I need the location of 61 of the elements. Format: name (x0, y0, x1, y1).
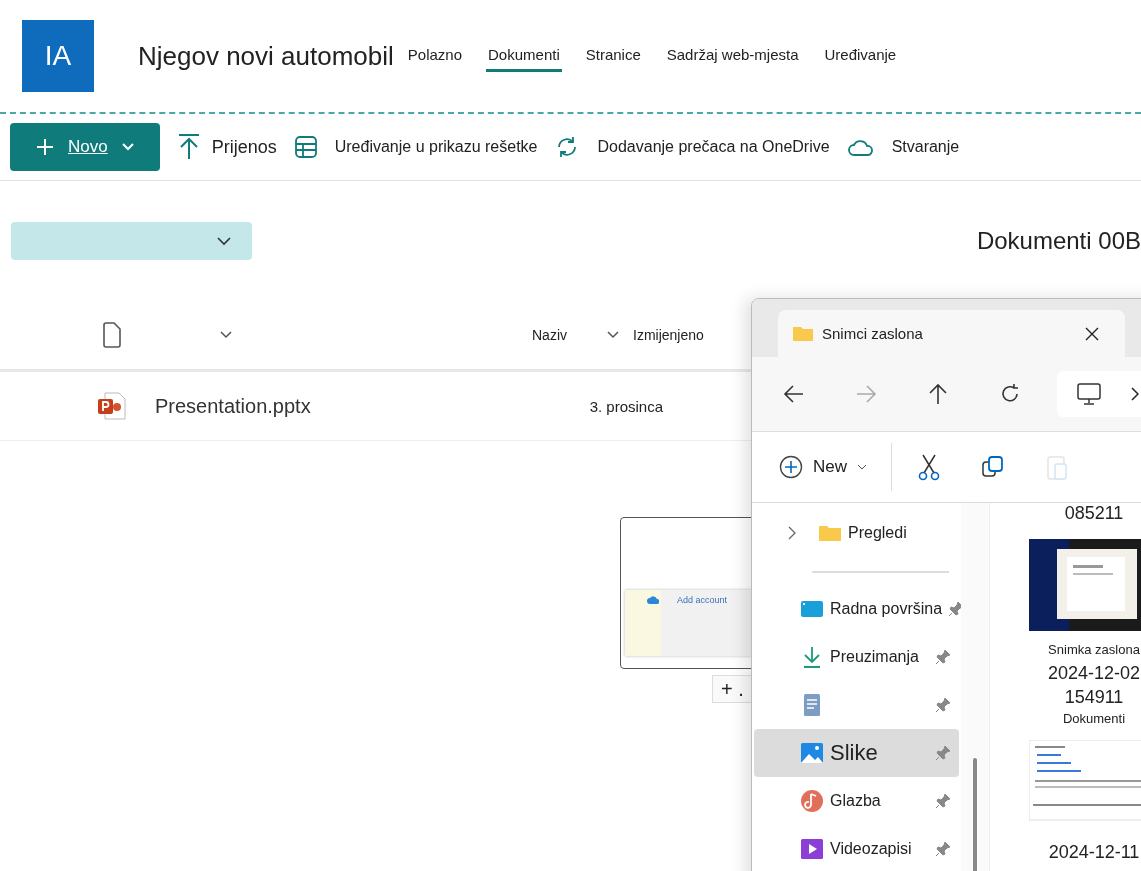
music-icon (800, 789, 824, 813)
file-name[interactable]: 085211 (1064, 501, 1124, 525)
picture-icon (800, 741, 824, 765)
chevron-icon[interactable] (220, 331, 232, 339)
cut-icon[interactable] (916, 453, 942, 481)
nav-tab[interactable]: Uređivanje (822, 40, 899, 72)
refresh-icon[interactable] (999, 383, 1021, 405)
sidebar-item[interactable]: Glazba (754, 777, 959, 825)
chevron-icon[interactable] (607, 331, 619, 339)
sidebar-item[interactable]: Pregledi (754, 509, 959, 557)
plus-icon (36, 138, 54, 156)
toolbar-action[interactable]: Stvaranje (891, 138, 960, 156)
pin-icon[interactable] (935, 697, 951, 713)
chevron-icon (216, 236, 232, 246)
site-logo: IA (22, 20, 94, 92)
new-button[interactable]: Novo (10, 123, 160, 171)
pin-icon[interactable] (935, 841, 951, 857)
site-title: Njegov novi automobil (138, 40, 394, 72)
close-icon[interactable] (1085, 326, 1099, 341)
plus-circle-icon (779, 455, 803, 479)
cloud-icon[interactable] (847, 137, 874, 157)
explorer-tab[interactable]: Snimci zaslona (778, 310, 1125, 357)
upload-button[interactable]: Prijenos (177, 134, 277, 160)
toolbar-action[interactable]: Uređivanje u prikazu rešetke (334, 138, 538, 156)
folder-icon (792, 325, 814, 342)
nav-tab[interactable]: Stranice (583, 40, 643, 72)
column-header[interactable]: Naziv (532, 327, 567, 343)
powerpoint-icon (97, 391, 127, 421)
file-name[interactable]: Presentation.pptx (155, 394, 311, 418)
folder-name[interactable]: Dokumenti (1062, 711, 1126, 726)
cloud-icon (647, 596, 659, 604)
back-arrow-icon[interactable] (783, 383, 805, 405)
file-name[interactable]: 2024-12-11 (1048, 840, 1140, 864)
file-name[interactable]: Snimka zaslona (1048, 639, 1140, 661)
file-name[interactable]: 2024-12-02 (1047, 661, 1141, 685)
nav-tab[interactable]: Dokumenti (486, 40, 562, 72)
sidebar-item[interactable]: Slike (754, 729, 959, 777)
pin-icon[interactable] (935, 745, 951, 761)
column-header[interactable]: Izmijenjeno (633, 327, 704, 343)
modified-date: 3. prosinca (589, 397, 664, 415)
nav-tab[interactable]: Sadržaj web-mjesta (664, 40, 801, 72)
video-icon (800, 837, 824, 861)
up-arrow-icon[interactable] (927, 383, 949, 405)
new-button[interactable]: New (779, 455, 867, 479)
toolbar-action[interactable]: Dodavanje prečaca na OneDrive (597, 138, 830, 156)
preview-text: Add account (677, 595, 728, 605)
monitor-icon[interactable] (1077, 383, 1101, 405)
pin-icon[interactable] (935, 793, 951, 809)
upload-icon (177, 134, 200, 160)
preview-sidebar (625, 590, 661, 656)
sidebar-item[interactable]: Videozapisi (754, 825, 959, 871)
sidebar-item[interactable]: Radna površina (754, 585, 959, 633)
file-type-icon[interactable] (102, 322, 122, 348)
file-name[interactable]: 154911 (1064, 685, 1124, 709)
grid-icon[interactable] (294, 136, 317, 158)
chevron-icon (121, 143, 134, 151)
nav-tab[interactable]: Polazno (405, 40, 465, 72)
library-title: Dokumenti 00B (976, 227, 1141, 255)
chevron-icon (857, 464, 867, 470)
pin-icon[interactable] (935, 649, 951, 665)
chevron-icon[interactable] (1131, 387, 1139, 401)
